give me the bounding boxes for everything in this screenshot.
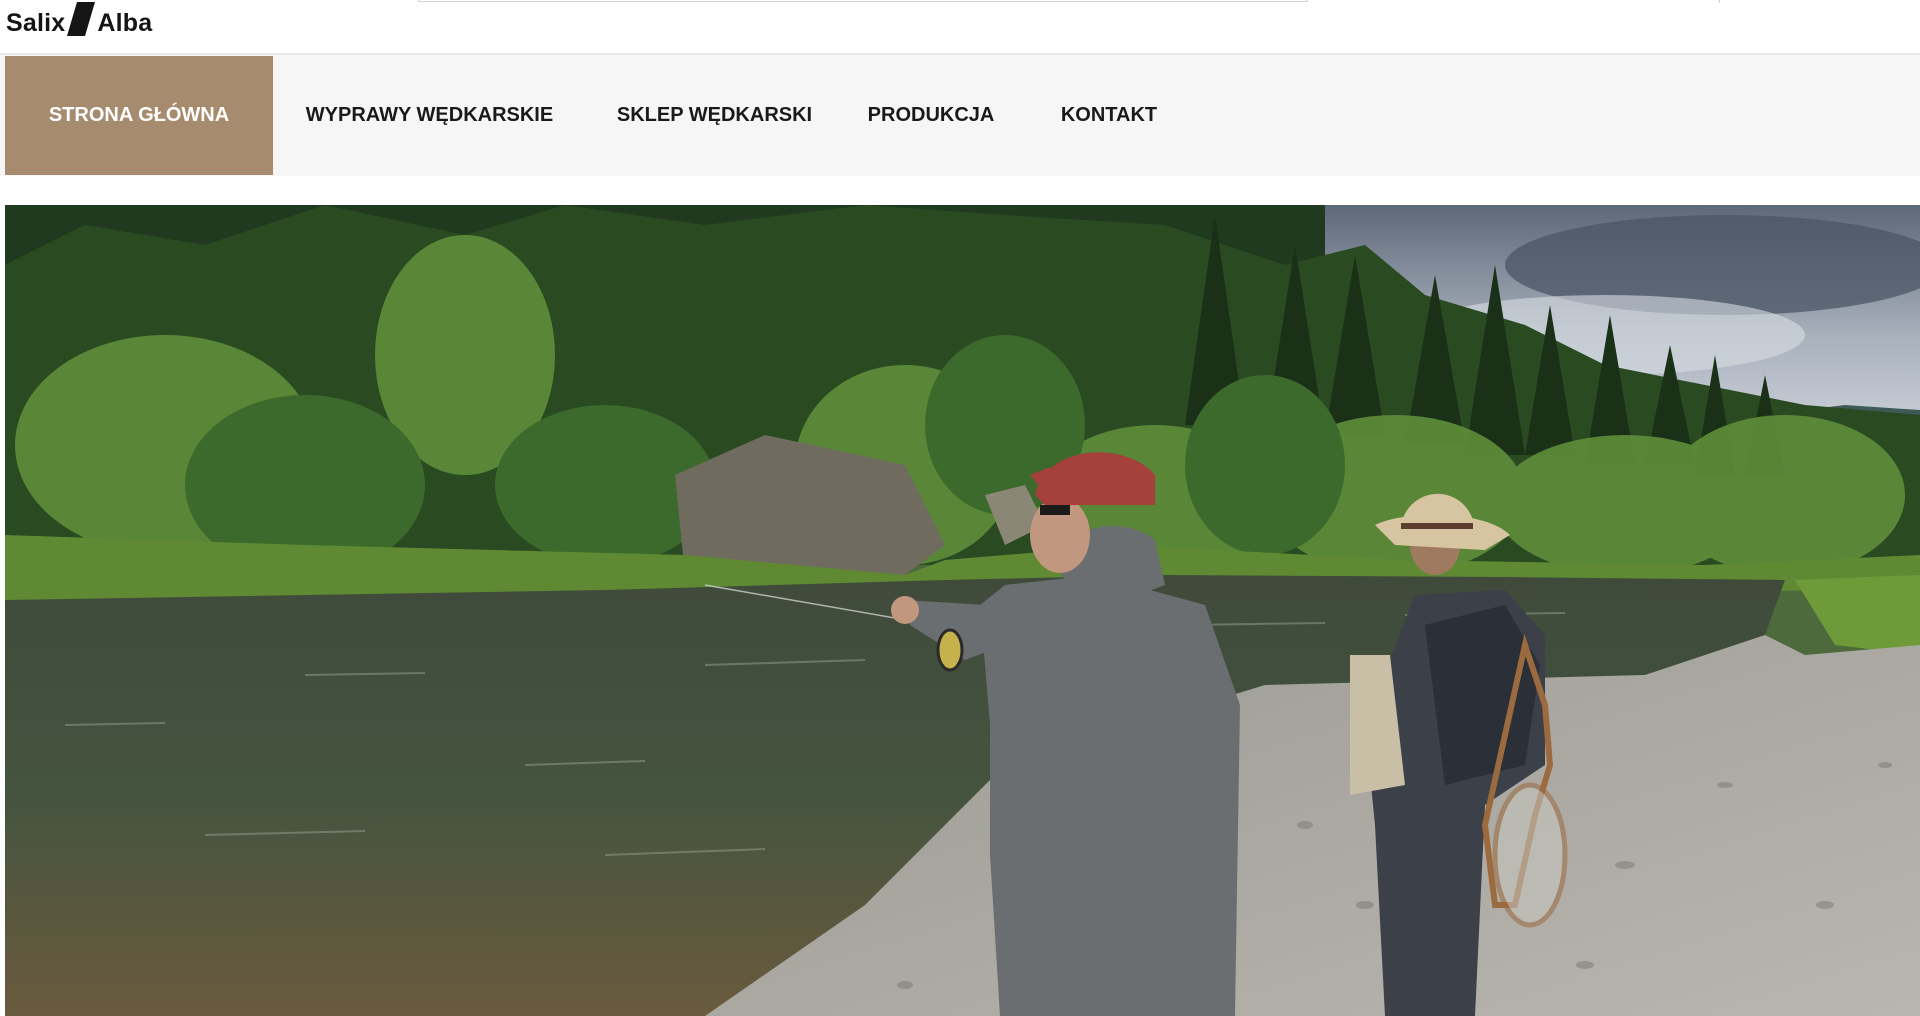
logo-text-alba: Alba	[97, 9, 153, 37]
nav-item-production[interactable]: PRODUKCJA	[843, 56, 1019, 175]
header-divider	[1719, 0, 1720, 3]
hero-image	[5, 205, 1920, 1016]
nav-item-contact[interactable]: KONTAKT	[1019, 56, 1199, 175]
site-logo[interactable]: Salix Alba	[6, 0, 206, 36]
site-header: Salix Alba	[0, 0, 1920, 54]
nav-item-home[interactable]: STRONA GŁÓWNA	[5, 56, 273, 175]
logo-text-salix: Salix	[6, 9, 66, 37]
logo-mark-icon	[67, 2, 96, 36]
nav-item-fishing-trips[interactable]: WYPRAWY WĘDKARSKIE	[273, 56, 586, 175]
search-input[interactable]	[418, 0, 1308, 2]
nav-list: STRONA GŁÓWNA WYPRAWY WĘDKARSKIE SKLEP W…	[5, 56, 1199, 175]
hero-photo-river-fishing	[5, 205, 1920, 1016]
nav-item-fishing-shop[interactable]: SKLEP WĘDKARSKI	[586, 56, 843, 175]
main-navigation: STRONA GŁÓWNA WYPRAWY WĘDKARSKIE SKLEP W…	[0, 54, 1920, 176]
